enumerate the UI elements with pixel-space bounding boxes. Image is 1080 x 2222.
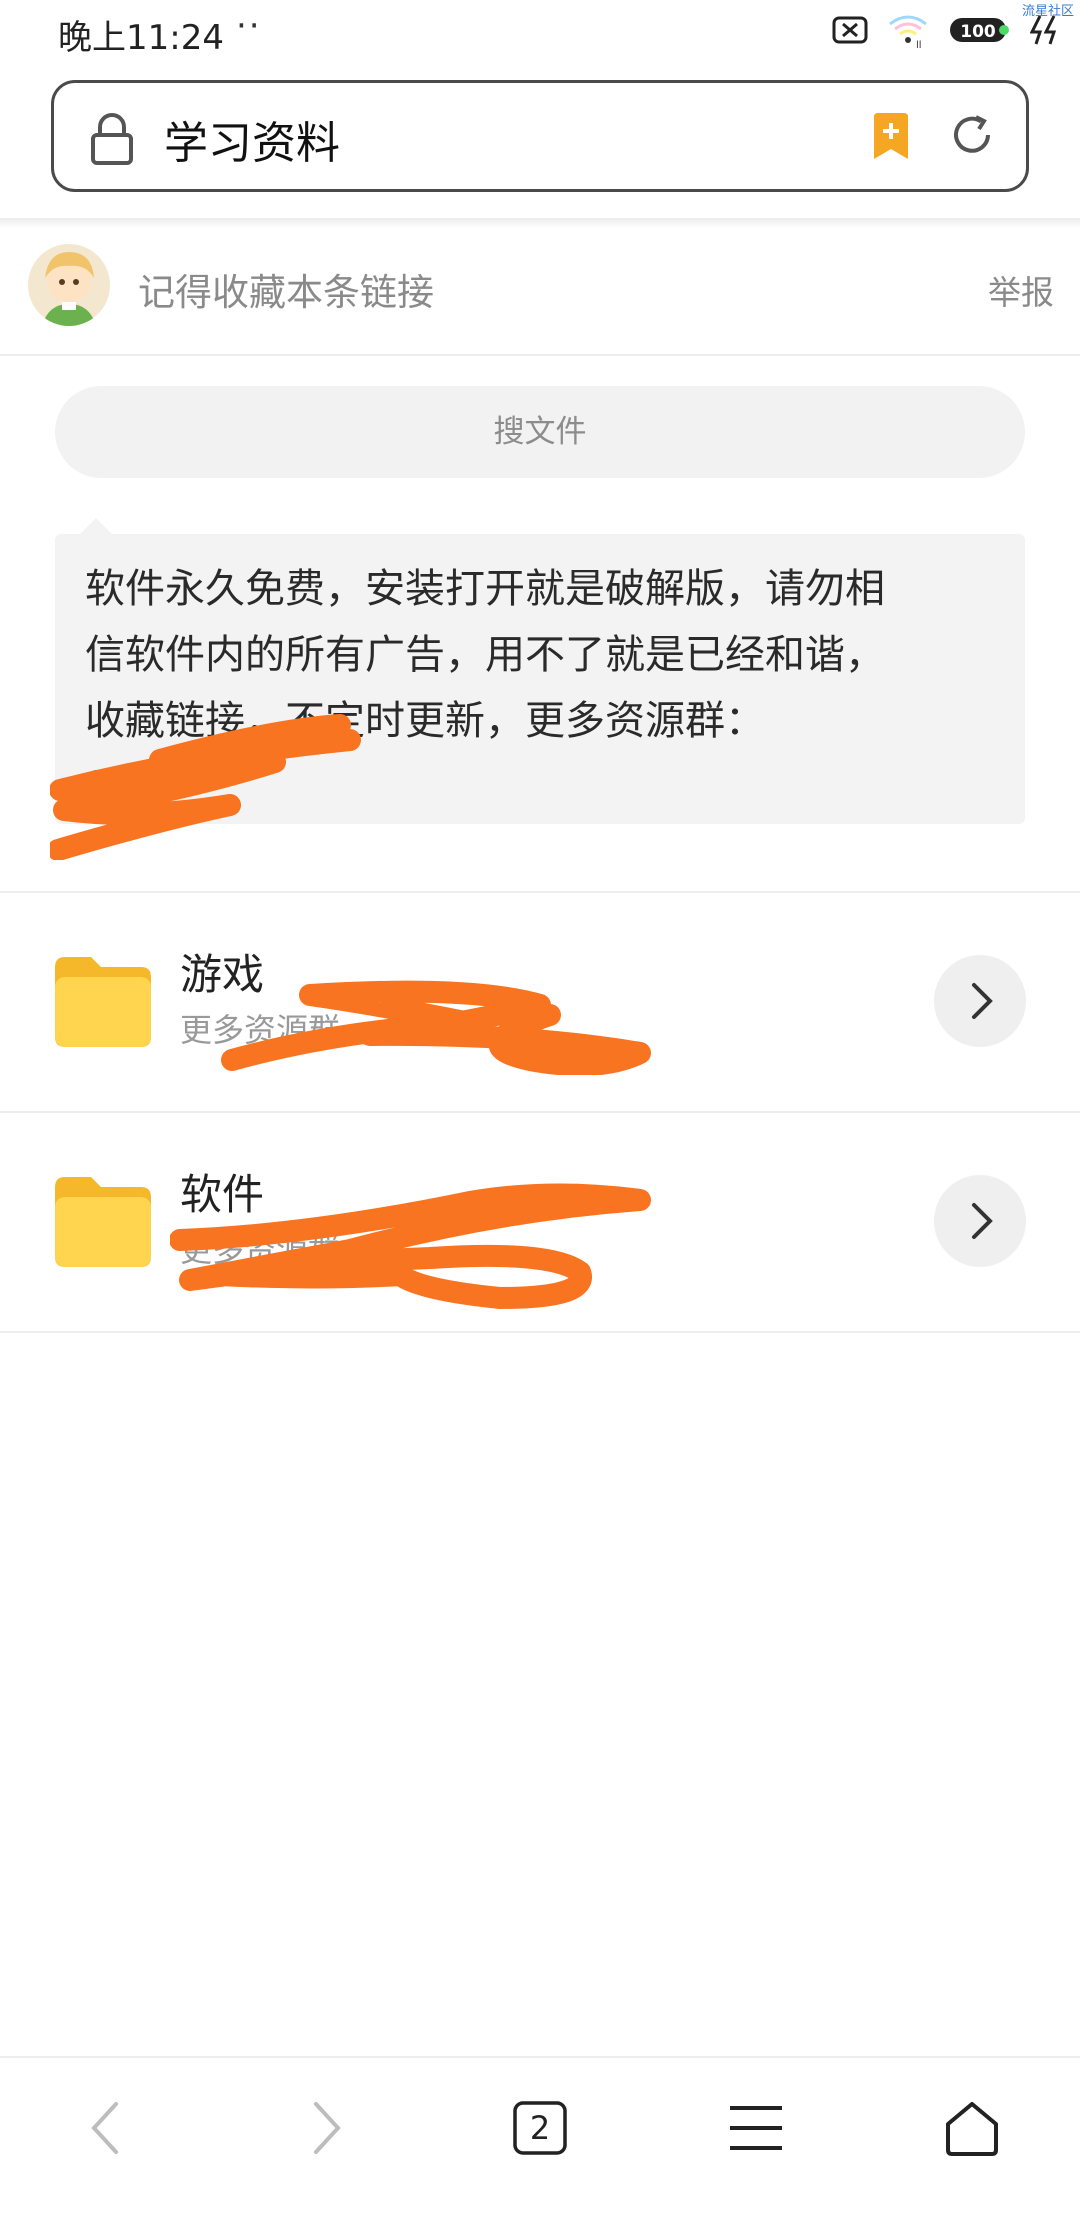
lock-icon[interactable] xyxy=(90,113,134,169)
tab-count: 2 xyxy=(529,2109,551,2147)
notice-line: 信软件内的所有广告，用不了就是已经和谐， xyxy=(85,632,885,678)
forward-button[interactable] xyxy=(266,2058,386,2198)
wifi-icon: ll xyxy=(886,12,930,52)
address-bar[interactable]: 学习资料 xyxy=(51,80,1029,192)
watermark: 流星社区 xyxy=(1021,4,1074,19)
tabs-button[interactable]: 2 xyxy=(480,2058,600,2198)
notice-line: 软件永久免费，安装打开就是破解版，请勿相 xyxy=(85,566,885,612)
open-folder-button[interactable] xyxy=(934,1175,1026,1267)
sim-off-icon xyxy=(832,15,868,49)
chevron-right-icon xyxy=(972,1203,993,1239)
refresh-icon[interactable] xyxy=(948,111,996,163)
battery-icon: 100 xyxy=(948,15,1012,49)
bottom-navigation: 2 xyxy=(0,2056,1080,2222)
folder-row[interactable]: 游戏 更多资源群 xyxy=(0,893,1080,1111)
page-title[interactable]: 学习资料 xyxy=(164,107,340,171)
svg-text:100: 100 xyxy=(960,22,996,42)
report-link[interactable]: 举报 xyxy=(988,266,1054,314)
status-time: 晚上11:24 xyxy=(58,18,224,58)
menu-icon xyxy=(730,2106,782,2150)
back-button[interactable] xyxy=(46,2058,166,2198)
folder-name: 游戏 xyxy=(180,950,265,999)
divider xyxy=(0,1331,1080,1333)
charging-icon xyxy=(1029,14,1060,50)
folder-icon xyxy=(55,955,151,1051)
notification-dots: ·· xyxy=(236,6,262,46)
bookmark-add-icon[interactable] xyxy=(870,111,912,165)
home-icon xyxy=(946,2102,998,2156)
address-bar-container: 学习资料 xyxy=(0,72,1080,218)
home-button[interactable] xyxy=(912,2058,1032,2198)
notice-line: 收藏链接，不定时更新，更多资源群： xyxy=(85,698,765,744)
chevron-right-icon xyxy=(972,983,993,1019)
folder-row[interactable]: 软件 更多资源群 xyxy=(0,1113,1080,1331)
chevron-left-icon xyxy=(91,2102,118,2154)
tabs-icon: 2 xyxy=(513,2101,567,2155)
notice-line: 9 xyxy=(85,764,111,810)
toolbar-shadow xyxy=(0,218,1080,228)
folder-description: 更多资源群 xyxy=(180,1231,341,1269)
poster-row: 记得收藏本条链接 举报 xyxy=(0,228,1080,356)
folder-icon xyxy=(55,1175,151,1271)
chevron-right-icon xyxy=(314,2102,341,2154)
notice-message: 软件永久免费，安装打开就是破解版，请勿相 信软件内的所有广告，用不了就是已经和谐… xyxy=(55,534,1025,824)
status-bar: 晚上11:24 ·· ll 100 流星社区 xyxy=(0,0,1080,72)
folder-name: 软件 xyxy=(180,1170,265,1219)
menu-button[interactable] xyxy=(696,2058,816,2198)
poster-note: 记得收藏本条链接 xyxy=(138,271,434,314)
svg-text:ll: ll xyxy=(916,40,922,48)
open-folder-button[interactable] xyxy=(934,955,1026,1047)
avatar[interactable] xyxy=(28,244,110,326)
folder-description: 更多资源群 xyxy=(180,1011,341,1049)
search-files-button[interactable]: 搜文件 xyxy=(55,386,1025,478)
